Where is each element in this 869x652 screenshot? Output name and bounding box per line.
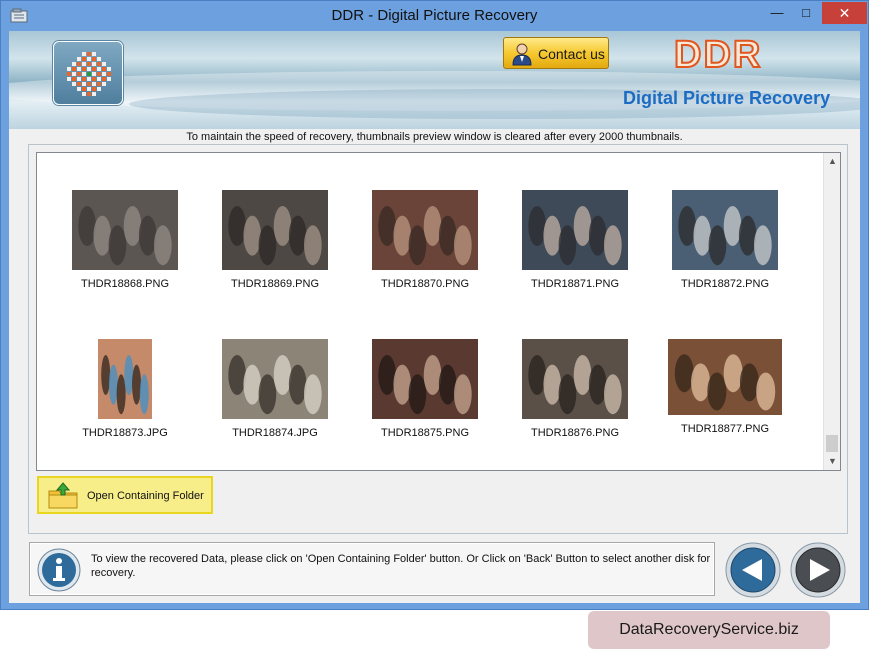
close-button[interactable]: ✕ (822, 2, 867, 24)
open-containing-folder-button[interactable]: Open Containing Folder (37, 476, 213, 514)
scroll-up-icon[interactable]: ▲ (824, 153, 840, 170)
thumbnail-image (222, 190, 328, 270)
thumbnail-item[interactable]: THDR18871.PNG (505, 190, 645, 290)
client-area: Contact us DDR Digital Picture Recovery … (9, 31, 860, 603)
thumbnail-image (98, 339, 152, 419)
thumbnail-item[interactable]: THDR18870.PNG (355, 190, 495, 290)
next-arrow-icon[interactable] (790, 542, 846, 598)
thumbnail-filename: THDR18876.PNG (530, 427, 620, 439)
thumbnail-panel[interactable]: THDR18868.PNG THDR18869.PNG THDR18870.PNG T… (36, 152, 841, 471)
vertical-scrollbar[interactable]: ▲ ▼ (823, 153, 840, 470)
thumbnail-filename: THDR18870.PNG (380, 278, 470, 290)
thumbnail-item[interactable]: THDR18872.PNG (655, 190, 795, 290)
thumbnail-image (522, 339, 628, 419)
thumbnail-filename: THDR18869.PNG (230, 278, 320, 290)
title-bar[interactable]: DDR - Digital Picture Recovery — □ ✕ (1, 1, 868, 31)
thumbnail-filename: THDR18877.PNG (680, 423, 770, 435)
folder-up-icon (48, 482, 78, 509)
window-title: DDR - Digital Picture Recovery (331, 7, 538, 24)
thumbnail-filename: THDR18872.PNG (680, 278, 770, 290)
thumbnail-item[interactable]: THDR18868.PNG (55, 190, 195, 290)
maximize-button[interactable]: □ (793, 2, 819, 24)
notice-text: To maintain the speed of recovery, thumb… (186, 131, 683, 143)
thumbnail-image (522, 190, 628, 270)
thumbnail-filename: THDR18873.JPG (82, 427, 168, 439)
thumbnail-filename: THDR18871.PNG (530, 278, 620, 290)
back-arrow-icon[interactable] (725, 542, 781, 598)
product-name: Digital Picture Recovery (623, 88, 831, 108)
thumbnail-filename: THDR18874.JPG (232, 427, 318, 439)
thumbnail-image (222, 339, 328, 419)
thumbnail-image (372, 190, 478, 270)
preview-frame: THDR18868.PNG THDR18869.PNG THDR18870.PNG T… (28, 144, 848, 534)
open-folder-label: Open Containing Folder (87, 490, 204, 502)
thumbnail-item[interactable]: THDR18876.PNG (505, 339, 645, 439)
person-icon (512, 43, 532, 66)
thumbnail-image (72, 190, 178, 270)
info-icon (37, 548, 81, 592)
thumbnail-image (372, 339, 478, 419)
scroll-thumb[interactable] (826, 435, 838, 452)
contact-us-button[interactable]: Contact us (503, 37, 609, 69)
minimize-button[interactable]: — (764, 2, 790, 24)
thumbnail-item[interactable]: THDR18873.JPG (55, 339, 195, 439)
thumbnail-filename: THDR18868.PNG (80, 278, 170, 290)
thumbnail-image (668, 339, 782, 415)
thumbnail-item[interactable]: THDR18869.PNG (205, 190, 345, 290)
thumbnail-item[interactable]: THDR18874.JPG (205, 339, 345, 439)
info-message: To view the recovered Data, please click… (91, 553, 711, 579)
scroll-down-icon[interactable]: ▼ (824, 453, 840, 470)
thumbnail-item[interactable]: THDR18875.PNG (355, 339, 495, 439)
watermark-label: DataRecoveryService.biz (588, 611, 830, 649)
thumbnail-filename: THDR18875.PNG (380, 427, 470, 439)
thumbnail-image (672, 190, 778, 270)
brand-logo: DDR (673, 33, 763, 77)
thumbnail-item[interactable]: THDR18877.PNG (655, 339, 795, 435)
app-window: DDR - Digital Picture Recovery — □ ✕ Con… (0, 0, 869, 610)
ddr-logo-icon (53, 41, 123, 105)
header-banner: Contact us DDR Digital Picture Recovery (9, 31, 860, 129)
contact-us-label: Contact us (538, 46, 605, 62)
info-bar: To view the recovered Data, please click… (29, 542, 715, 596)
